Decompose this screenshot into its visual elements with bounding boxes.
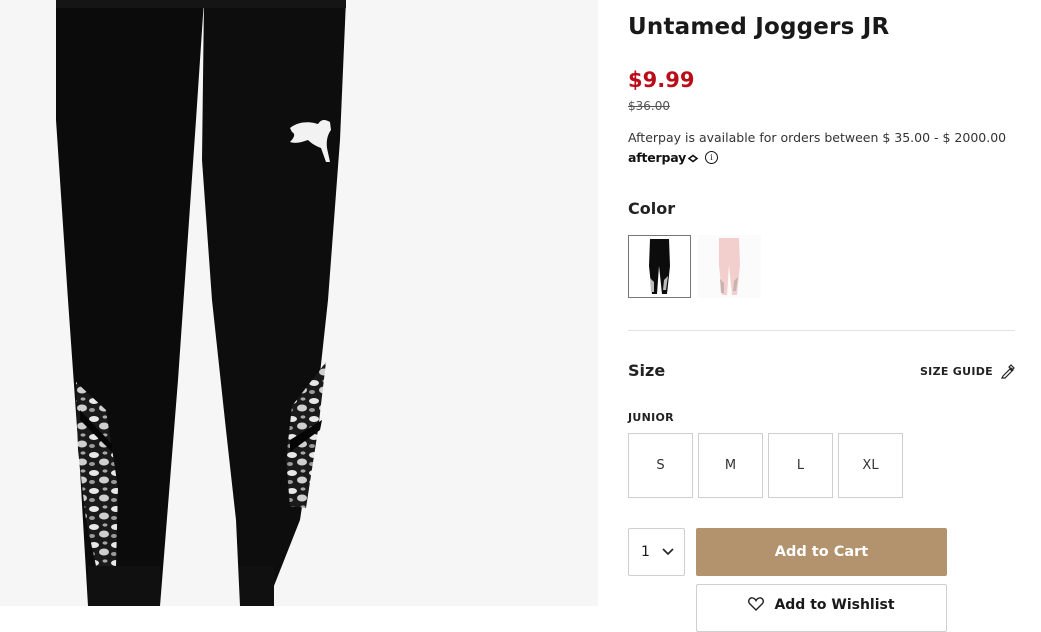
divider: [628, 330, 1015, 331]
swatch-pink-image: [698, 235, 761, 298]
chevron-down-icon: [662, 548, 674, 556]
size-group-label: JUNIOR: [628, 411, 674, 424]
afterpay-arrows-icon: [687, 154, 699, 163]
color-label: Color: [628, 199, 676, 218]
product-title: Untamed Joggers JR: [628, 14, 890, 40]
add-to-wishlist-button[interactable]: Add to Wishlist: [696, 584, 947, 632]
add-to-cart-button[interactable]: Add to Cart: [696, 528, 947, 576]
ruler-pencil-icon: [1001, 364, 1015, 379]
quantity-value: 1: [641, 544, 650, 560]
size-label: Size: [628, 361, 666, 380]
color-swatch-pink[interactable]: [698, 235, 761, 298]
quantity-select[interactable]: 1: [628, 528, 685, 576]
heart-icon: [748, 597, 765, 611]
info-icon[interactable]: i: [705, 151, 719, 164]
sale-price: $9.99: [628, 68, 695, 92]
size-option-l[interactable]: L: [768, 433, 833, 498]
size-guide-link[interactable]: SIZE GUIDE: [920, 364, 1015, 379]
wishlist-label: Add to Wishlist: [774, 597, 895, 613]
afterpay-message: Afterpay is available for orders between…: [628, 130, 1007, 145]
original-price: $36.00: [628, 99, 670, 113]
color-swatch-black[interactable]: [628, 235, 691, 298]
size-option-xl[interactable]: XL: [838, 433, 903, 498]
size-option-s[interactable]: S: [628, 433, 693, 498]
afterpay-logo-text: afterpay: [628, 150, 687, 165]
afterpay-row: afterpay i: [628, 150, 719, 165]
size-option-m[interactable]: M: [698, 433, 763, 498]
swatch-black-image: [649, 239, 670, 294]
joggers-image: [56, 0, 346, 606]
afterpay-logo: afterpay: [628, 150, 699, 165]
product-image[interactable]: [0, 0, 598, 606]
size-guide-label: SIZE GUIDE: [919, 365, 993, 378]
